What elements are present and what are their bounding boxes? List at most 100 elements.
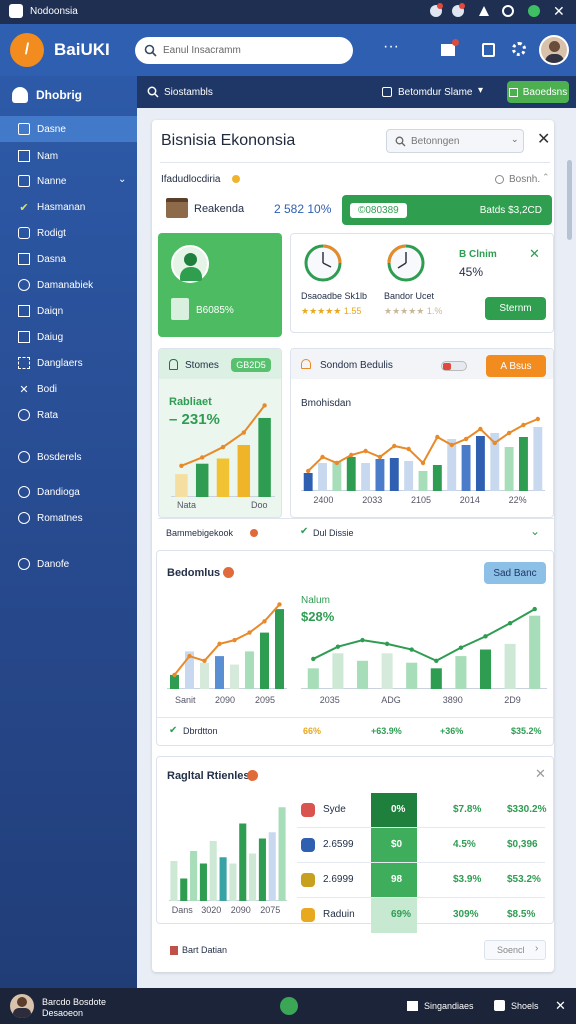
notification-badge <box>437 3 443 9</box>
footer-search[interactable]: Soencl › <box>484 940 546 960</box>
sidebar-item-danglaers[interactable]: Danglaers <box>0 350 137 376</box>
footer-search-input[interactable]: Soencl <box>497 945 525 955</box>
chevron-down-icon[interactable]: ⌄ <box>530 524 540 538</box>
grid-icon[interactable] <box>482 43 495 57</box>
x-tick-label: 2400 <box>313 495 334 505</box>
folder-icon <box>18 175 30 187</box>
chart-bar <box>278 807 286 901</box>
sidebar-item-danofe[interactable]: Danofe <box>0 551 137 577</box>
sidebar-item-dasne[interactable]: Dasne <box>0 116 137 142</box>
sidebar-item-daiug[interactable]: Daiug <box>0 324 137 350</box>
chevron-right-icon[interactable]: › <box>535 943 538 954</box>
more-icon[interactable]: ⌃ <box>542 172 550 183</box>
table-row[interactable]: 2.6599 $0 4.5% $0,396 <box>297 828 545 863</box>
chart-bar <box>346 457 356 491</box>
rating-left-label: Dsaoadbe Sk1lb <box>301 291 368 301</box>
sidebar-item-label: Damanabiek <box>37 279 94 291</box>
summary-banner[interactable]: ©080389 Batds $3,2CD <box>342 195 552 225</box>
bank-icon <box>166 198 188 218</box>
sidebar-item-rodigt[interactable]: Rodigt <box>0 220 137 246</box>
chart-bar <box>404 461 414 491</box>
page-search-input[interactable]: Betonngen <box>411 136 459 147</box>
table-row[interactable]: Raduin 69% 309% $8.5% <box>297 898 545 933</box>
refresh-icon[interactable] <box>495 175 504 184</box>
search-icon <box>144 44 157 57</box>
settings-icon[interactable] <box>512 42 526 56</box>
chart-point <box>535 416 541 422</box>
sidebar-item-daiqn[interactable]: Daiqn <box>0 298 137 324</box>
chat-icon[interactable] <box>528 5 540 17</box>
chart-bar <box>461 445 471 491</box>
sidebar-item-bodi[interactable]: ✕ Bodi <box>0 376 137 402</box>
refresh-icon <box>18 451 30 463</box>
chart-point <box>507 621 513 626</box>
left-bar-chart <box>171 403 275 497</box>
sidebar-item-nam[interactable]: Nam <box>0 143 137 169</box>
chart-bar <box>245 651 254 689</box>
chart-bar <box>195 463 209 497</box>
scrollbar[interactable] <box>567 160 572 240</box>
table-cell: Raduin <box>323 909 355 920</box>
close-icon[interactable]: ✕ <box>537 129 550 149</box>
chart-point <box>232 637 237 643</box>
action-badge[interactable]: A Bsus <box>486 355 546 377</box>
table-row[interactable]: Syde 0% $7.8% $330.2% <box>297 793 547 828</box>
sidebar-item-bosderels[interactable]: Bosderels <box>0 444 137 470</box>
refresh-icon[interactable] <box>502 5 514 17</box>
sidebar-header[interactable]: Dhobrig <box>0 82 137 108</box>
sidebar-item-rata[interactable]: Rata <box>0 402 137 428</box>
rating-right-score: ★★★★★ 1.% <box>384 306 443 316</box>
sidebar-item-dandioga[interactable]: Dandioga <box>0 479 137 505</box>
chart-point <box>187 653 192 659</box>
chart-point <box>334 460 340 466</box>
chart-bar <box>249 853 257 901</box>
chart-card-left: Stomes GB2D5 Rabliaet – 231% Nata Doo <box>158 348 282 518</box>
sidebar-item-nanne[interactable]: Nanne ⌄ <box>0 168 137 194</box>
sidebar-item-hasmanan[interactable]: ✔ Hasmanan <box>0 194 137 220</box>
close-icon[interactable]: ✕ <box>535 766 546 782</box>
search-bar[interactable]: Eanul Insacramm <box>135 37 353 64</box>
home-icon[interactable] <box>441 44 455 56</box>
rating-right-label: Bandor Ucet <box>384 291 435 301</box>
table-row[interactable]: 2.6999 98 $3.9% $53.2% <box>297 863 545 898</box>
search-input[interactable]: Eanul Insacramm <box>163 45 241 56</box>
chart-card-mid: Sondom Bedulis A Bsus Bmohisdan 2400 2033… <box>290 348 554 518</box>
chevron-down-icon[interactable]: ⌄ <box>511 134 519 145</box>
chart-bar <box>504 643 516 689</box>
close-icon[interactable]: ✕ <box>553 3 565 20</box>
filter-dropdown[interactable]: Betomdur Slame <box>398 87 472 98</box>
table-cell: $0,396 <box>507 839 538 850</box>
user-avatar[interactable] <box>10 994 34 1018</box>
sidebar-item-damanabiek[interactable]: Damanabiek <box>0 272 137 298</box>
x-tick-label: Doo <box>251 500 268 510</box>
chevron-down-icon[interactable]: ⌄ <box>118 174 126 185</box>
warning-icon[interactable] <box>478 5 490 17</box>
chart-point <box>384 641 390 647</box>
page-search[interactable]: Betonngen ⌄ <box>386 129 524 153</box>
sidebar-item-label: Daiqn <box>37 305 64 317</box>
sidebar-item-label: Bodi <box>37 383 58 395</box>
stat-button[interactable]: Sternm <box>485 297 546 320</box>
sidebar-item-romatnes[interactable]: Romatnes <box>0 505 137 531</box>
sidebar-item-label: Rodigt <box>37 227 66 239</box>
more-menu-icon[interactable]: ··· <box>383 38 399 56</box>
check-icon: ✔ <box>300 526 309 537</box>
status-dot[interactable] <box>280 997 298 1015</box>
bottom-left-button[interactable]: Singandiaes <box>424 1001 474 1011</box>
user-avatar[interactable] <box>539 35 569 65</box>
x-tick-label: Nata <box>177 500 197 510</box>
chevron-down-icon[interactable]: ▾ <box>478 85 483 96</box>
chart-bar <box>200 662 209 689</box>
action-button[interactable]: Baoedsns <box>507 81 569 103</box>
bottom-right-button[interactable]: Shoels <box>511 1001 539 1011</box>
close-icon[interactable]: ✕ <box>529 246 540 262</box>
chart-bar <box>389 458 399 491</box>
section2-button[interactable]: Sad Banc <box>484 562 546 584</box>
sidebar-item-dasna[interactable]: Dasna <box>0 246 137 272</box>
chart-bar <box>519 437 528 491</box>
close-icon[interactable]: ✕ <box>555 998 566 1014</box>
gauge-icon <box>304 244 342 282</box>
table-cell: $330.2% <box>507 804 547 815</box>
chart-bar <box>430 668 442 689</box>
action-button-icon <box>508 87 518 97</box>
